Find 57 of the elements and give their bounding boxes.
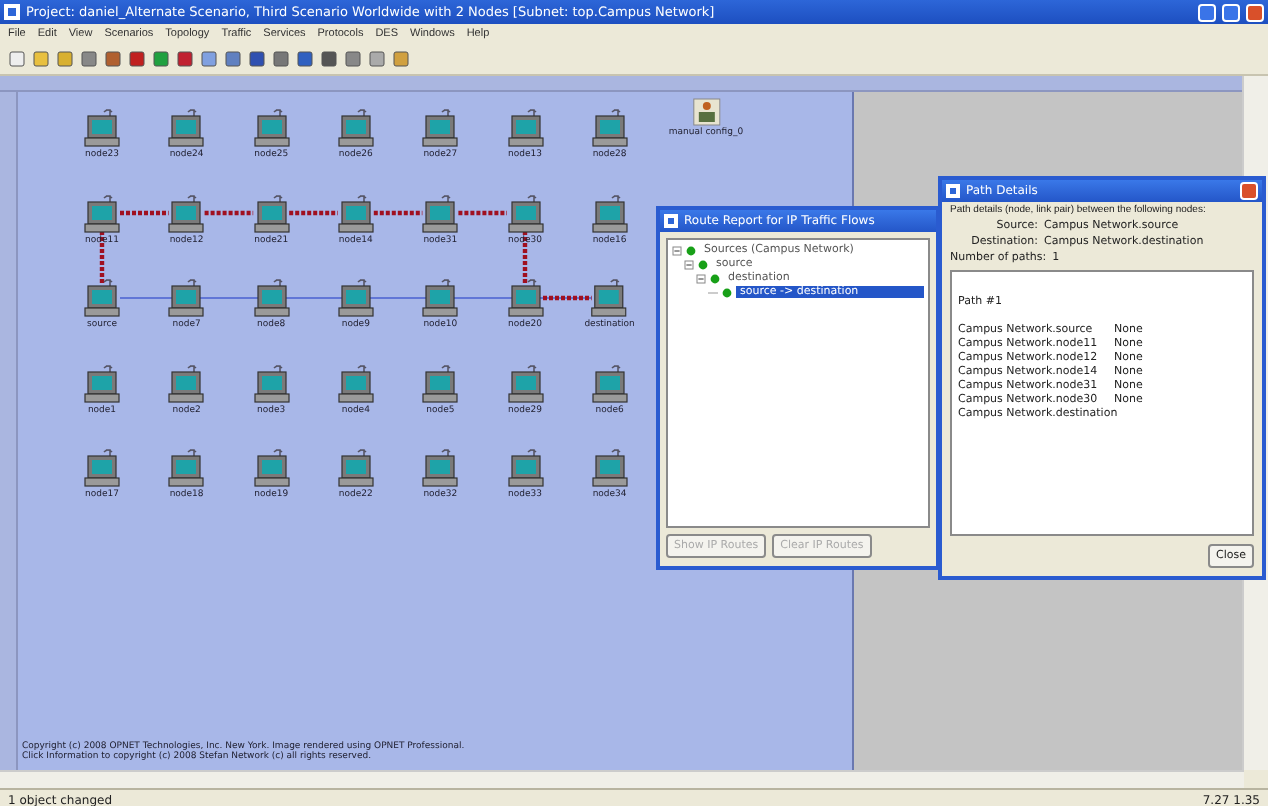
laptop-icon — [591, 278, 628, 318]
laptop-icon — [253, 363, 290, 403]
route-link — [543, 295, 592, 301]
laptop-icon — [591, 108, 628, 148]
laptop-icon — [253, 108, 290, 148]
expander-icon[interactable] — [696, 273, 706, 283]
laptop-icon — [337, 278, 374, 318]
laptop-icon — [507, 363, 543, 403]
route-link — [289, 210, 338, 216]
laptop-icon — [84, 193, 120, 233]
close-button[interactable] — [1246, 3, 1264, 21]
dot-icon — [686, 245, 696, 255]
laptop-icon — [253, 278, 290, 318]
minimize-button[interactable] — [1198, 3, 1216, 21]
dot-icon — [698, 259, 708, 269]
app-icon — [4, 4, 20, 20]
laptop-icon — [168, 448, 205, 488]
laptop-icon — [507, 108, 543, 148]
horizontal-scrollbar[interactable] — [0, 770, 1244, 788]
route-link — [458, 210, 507, 216]
laptop-icon — [168, 193, 205, 233]
laptop-icon — [422, 108, 459, 148]
laptop-icon — [422, 193, 459, 233]
laptop-icon — [422, 448, 459, 488]
route-link — [204, 210, 254, 216]
maximize-button[interactable] — [1222, 3, 1240, 21]
route-link — [373, 210, 423, 216]
laptop-icon — [84, 108, 120, 148]
laptop-icon — [337, 193, 374, 233]
expander-icon[interactable] — [672, 245, 682, 255]
laptop-icon — [337, 363, 374, 403]
laptop-icon — [422, 278, 459, 318]
route-link — [120, 210, 169, 216]
laptop-icon — [84, 448, 120, 488]
app-icon — [946, 184, 960, 198]
config-node-icon[interactable] — [692, 98, 720, 126]
laptop-icon — [507, 278, 543, 318]
laptop-icon — [253, 448, 290, 488]
laptop-icon — [84, 363, 120, 403]
laptop-icon — [337, 448, 374, 488]
laptop-icon — [591, 448, 628, 488]
laptop-icon — [591, 363, 628, 403]
expander-icon[interactable] — [684, 259, 694, 269]
laptop-icon — [507, 193, 543, 233]
laptop-icon — [84, 278, 120, 318]
dot-icon — [722, 287, 732, 297]
dot-icon — [710, 273, 720, 283]
laptop-icon — [337, 108, 374, 148]
laptop-icon — [168, 278, 205, 318]
laptop-icon — [591, 193, 628, 233]
laptop-icon — [168, 108, 205, 148]
laptop-icon — [507, 448, 543, 488]
close-button[interactable] — [1240, 182, 1258, 200]
laptop-icon — [422, 363, 459, 403]
laptop-icon — [168, 363, 205, 403]
app-icon — [664, 214, 678, 228]
laptop-icon — [253, 193, 290, 233]
